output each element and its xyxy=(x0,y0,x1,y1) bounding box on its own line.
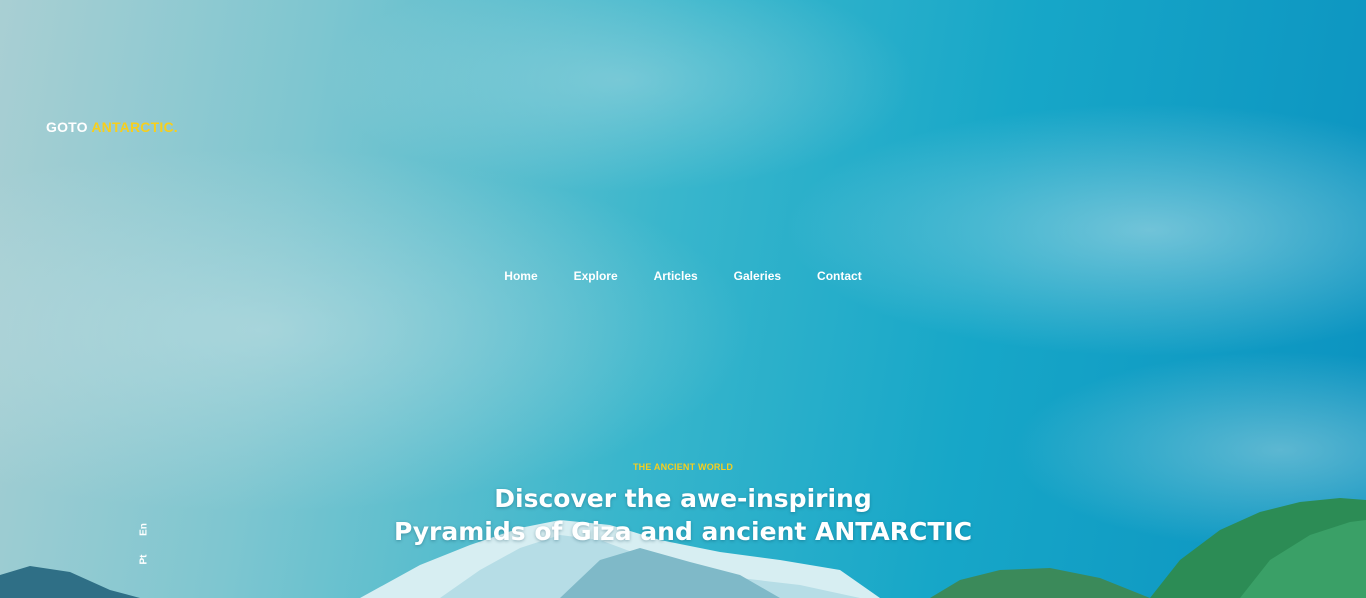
site-logo[interactable]: GOTO ANTARCTIC. xyxy=(46,119,178,135)
nav-item-contact[interactable]: Contact xyxy=(817,269,862,283)
logo-text-antarctic: ANTARCTIC. xyxy=(91,119,178,135)
nav-item-articles[interactable]: Articles xyxy=(654,269,698,283)
logo-text-goto: GOTO xyxy=(46,119,92,135)
main-navigation: Home Explore Articles Galeries Contact xyxy=(0,269,1366,283)
nav-item-explore[interactable]: Explore xyxy=(574,269,618,283)
language-pt-link[interactable]: Pt xyxy=(139,552,150,568)
nav-item-galeries[interactable]: Galeries xyxy=(734,269,781,283)
nav-item-home[interactable]: Home xyxy=(504,269,537,283)
hero-eyebrow: THE ANCIENT WORLD xyxy=(632,462,734,472)
language-en-link[interactable]: En xyxy=(139,522,150,538)
hero-headline-line2: Pyramids of Giza and ancient ANTARCTIC xyxy=(393,517,973,546)
language-switcher: En Pt xyxy=(136,520,150,570)
hero-headline-line1: Discover the awe-inspiring xyxy=(494,484,872,513)
hero-headline: Discover the awe-inspiring Pyramids of G… xyxy=(0,482,1366,548)
